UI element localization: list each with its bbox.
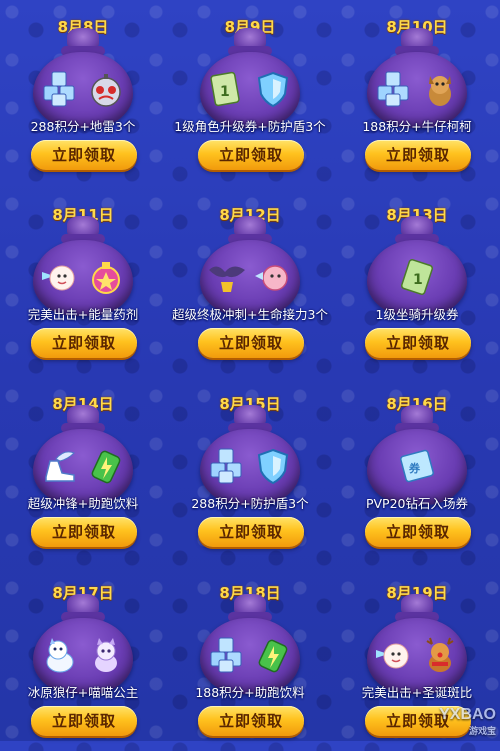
reward-card: 8月12日 超级终极冲刺+生命接力3个 立即领取: [167, 188, 333, 373]
reward-items: 1: [191, 66, 309, 112]
reward-items: [358, 66, 476, 112]
reward-card: 8月18日 188积分+助跑饮料 立即领取: [167, 566, 333, 751]
svg-text:券: 券: [408, 461, 421, 475]
pvp-ticket-icon: 券: [397, 447, 437, 485]
ice-cubes-icon: [40, 70, 80, 108]
perfect-strike-icon: [40, 258, 80, 296]
ice-cubes-icon: [207, 636, 247, 674]
reward-card: 8月16日券 PVP20钻石入场券 立即领取: [334, 377, 500, 562]
level-up-ticket-icon: 1: [207, 70, 247, 108]
reward-card: 8月11日 完美出击+能量药剂 立即领取: [0, 188, 166, 373]
bomb-icon: [86, 70, 126, 108]
winged-boot-icon: [40, 447, 80, 485]
claim-button[interactable]: 立即领取: [365, 328, 471, 358]
reward-items: 1: [358, 254, 476, 300]
reward-card: 8月10日 188积分+牛仔柯柯 立即领取: [334, 0, 500, 185]
reward-items: [358, 632, 476, 678]
mount-level-up-ticket-icon: 1: [397, 258, 437, 296]
reward-card: 8月14日 超级冲锋+助跑饮料 立即领取: [0, 377, 166, 562]
claim-button[interactable]: 立即领取: [198, 706, 304, 736]
reward-label: 288积分+防护盾3个: [191, 496, 309, 511]
reward-label: 1级坐骑升级券: [375, 307, 459, 322]
life-relay-icon: [253, 258, 293, 296]
energy-potion-icon: [86, 258, 126, 296]
reward-grid: 8月8日 288积分+地雷3个 立即领取 8月9日 1 1级角色升级券+防护盾3个 立即领取…: [0, 0, 500, 741]
shield-icon: [253, 447, 293, 485]
reward-card: 8月13日 1 1级坐骑升级券 立即领取: [334, 188, 500, 373]
cowboy-dog-pet-icon: [420, 70, 460, 108]
ultimate-sprint-icon: [207, 258, 247, 296]
claim-button[interactable]: 立即领取: [31, 328, 137, 358]
reward-label: 288积分+地雷3个: [30, 119, 136, 134]
site-watermark: YXBAO 游戏宝: [439, 706, 496, 736]
reward-items: [191, 443, 309, 489]
reward-card: 8月15日 288积分+防护盾3个 立即领取: [167, 377, 333, 562]
ice-cubes-icon: [207, 447, 247, 485]
reward-label: 完美出击+圣诞斑比: [361, 685, 473, 700]
reward-label: 188积分+助跑饮料: [195, 685, 305, 700]
reward-items: [191, 632, 309, 678]
shield-icon: [253, 70, 293, 108]
reward-label: 1级角色升级券+防护盾3个: [174, 119, 326, 134]
reward-card: 8月17日 冰原狼仔+喵喵公主 立即领取: [0, 566, 166, 751]
cat-princess-pet-icon: [86, 636, 126, 674]
reward-label: 超级冲锋+助跑饮料: [27, 496, 139, 511]
reward-items: [24, 443, 142, 489]
reward-card: 8月8日 288积分+地雷3个 立即领取: [0, 0, 166, 185]
claim-button[interactable]: 立即领取: [198, 328, 304, 358]
claim-button[interactable]: 立即领取: [198, 140, 304, 170]
reward-label: 超级终极冲刺+生命接力3个: [172, 307, 328, 322]
reward-card: 8月9日 1 1级角色升级券+防护盾3个 立即领取: [167, 0, 333, 185]
reward-label: 188积分+牛仔柯柯: [362, 119, 472, 134]
claim-button[interactable]: 立即领取: [31, 706, 137, 736]
reward-label: 完美出击+能量药剂: [27, 307, 139, 322]
energy-drink-icon: [86, 447, 126, 485]
claim-button[interactable]: 立即领取: [31, 140, 137, 170]
reward-items: [24, 254, 142, 300]
reward-items: 券: [358, 443, 476, 489]
christmas-deer-pet-icon: [420, 636, 460, 674]
svg-text:1: 1: [220, 84, 230, 100]
claim-button[interactable]: 立即领取: [198, 517, 304, 547]
perfect-strike-icon: [374, 636, 414, 674]
reward-items: [191, 254, 309, 300]
claim-button[interactable]: 立即领取: [31, 517, 137, 547]
energy-drink-icon: [253, 636, 293, 674]
ice-cubes-icon: [374, 70, 414, 108]
ice-wolf-pet-icon: [40, 636, 80, 674]
reward-label: 冰原狼仔+喵喵公主: [27, 685, 139, 700]
svg-text:1: 1: [413, 272, 423, 288]
reward-items: [24, 66, 142, 112]
claim-button[interactable]: 立即领取: [365, 517, 471, 547]
claim-button[interactable]: 立即领取: [365, 140, 471, 170]
reward-label: PVP20钻石入场券: [365, 496, 469, 511]
reward-items: [24, 632, 142, 678]
